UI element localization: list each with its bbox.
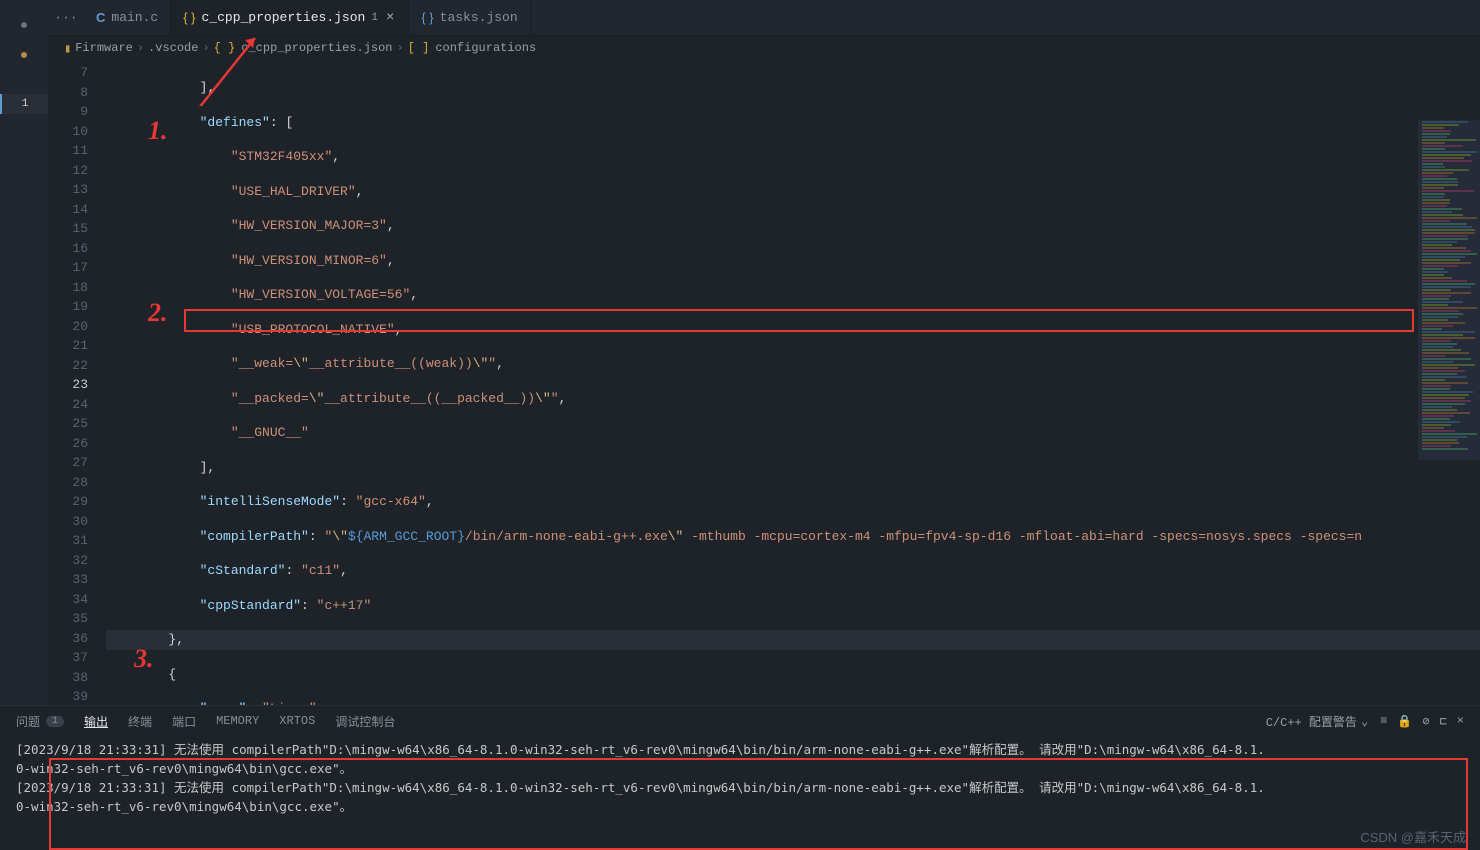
c-icon: C (96, 10, 105, 25)
panel-tab-memory[interactable]: MEMORY (216, 714, 259, 728)
chevron-down-icon: ⌄ (1361, 714, 1368, 729)
annotation-2: 2. (148, 298, 168, 328)
line-gutter: 7891011121314151617181920212223242526272… (48, 60, 106, 705)
panel-tab-xrtos[interactable]: XRTOS (279, 714, 315, 728)
lock-icon[interactable]: 🔒 (1397, 714, 1412, 729)
tab-c-cpp-properties[interactable]: { } c_cpp_properties.json 1 × (171, 0, 409, 35)
code-content[interactable]: ], "defines": [ "STM32F405xx", "USE_HAL_… (106, 60, 1480, 705)
close-icon[interactable]: × (1457, 714, 1464, 729)
array-icon: [ ] (408, 41, 430, 55)
breadcrumb-item[interactable]: .vscode (148, 41, 198, 55)
json-icon: { } (183, 10, 195, 25)
annotation-1: 1. (148, 116, 168, 146)
activity-bar: 1 (0, 0, 48, 705)
breadcrumb[interactable]: ▮ Firmware › .vscode › { } c_cpp_propert… (48, 36, 1480, 60)
breadcrumb-item[interactable]: c_cpp_properties.json (241, 41, 392, 55)
output-line: [2023/9/18 21:33:31] 无法使用 compilerPath"D… (16, 740, 1464, 759)
settings-icon[interactable]: ≡ (1380, 714, 1387, 729)
tab-tasks-json[interactable]: { } tasks.json (409, 0, 530, 35)
clear-icon[interactable]: ⊘ (1422, 714, 1429, 729)
panel-tab-ports[interactable]: 端口 (172, 713, 196, 730)
tab-label: tasks.json (440, 10, 518, 25)
watermark: CSDN @嘉禾天成 (1360, 827, 1466, 846)
close-icon[interactable]: × (384, 10, 396, 26)
open-editor-indicator[interactable]: 1 (0, 94, 48, 114)
output-channel-dropdown[interactable]: C/C++ 配置警告 ⌄ (1266, 713, 1368, 730)
minimap[interactable] (1418, 120, 1480, 460)
panel-tabs: 问题 1 输出 终端 端口 MEMORY XRTOS 调试控制台 C/C++ 配… (0, 706, 1480, 736)
output-line: [2023/9/18 21:33:31] 无法使用 compilerPath"D… (16, 778, 1464, 797)
panel-tab-problems[interactable]: 问题 1 (16, 713, 64, 730)
json-icon: { } (214, 41, 236, 55)
annotation-3: 3. (134, 644, 154, 674)
menu-button[interactable]: ··· (48, 0, 84, 35)
problems-count: 1 (46, 716, 64, 727)
tab-label: c_cpp_properties.json (202, 10, 366, 25)
output-line: 0-win32-seh-rt_v6-rev0\mingw64\bin\gcc.e… (16, 797, 1464, 816)
output-content[interactable]: [2023/9/18 21:33:31] 无法使用 compilerPath"D… (0, 736, 1480, 850)
tab-label: main.c (111, 10, 158, 25)
breadcrumb-item[interactable]: Firmware (75, 41, 133, 55)
activity-indicator (21, 52, 27, 58)
panel-tab-debug[interactable]: 调试控制台 (335, 713, 395, 730)
json-icon: { } (421, 10, 433, 25)
maximize-icon[interactable]: ⊏ (1440, 714, 1447, 729)
breadcrumb-item[interactable]: configurations (435, 41, 536, 55)
tab-badge: 1 (371, 12, 378, 24)
tab-main-c[interactable]: C main.c (84, 0, 171, 35)
editor[interactable]: 7891011121314151617181920212223242526272… (48, 60, 1480, 705)
panel-tab-output[interactable]: 输出 (84, 713, 108, 730)
panel-tab-terminal[interactable]: 终端 (128, 713, 152, 730)
activity-indicator (21, 22, 27, 28)
folder-icon: ▮ (64, 41, 71, 56)
tab-bar: ··· C main.c { } c_cpp_properties.json 1… (48, 0, 1480, 36)
bottom-panel: 问题 1 输出 终端 端口 MEMORY XRTOS 调试控制台 C/C++ 配… (0, 705, 1480, 850)
output-line: 0-win32-seh-rt_v6-rev0\mingw64\bin\gcc.e… (16, 759, 1464, 778)
